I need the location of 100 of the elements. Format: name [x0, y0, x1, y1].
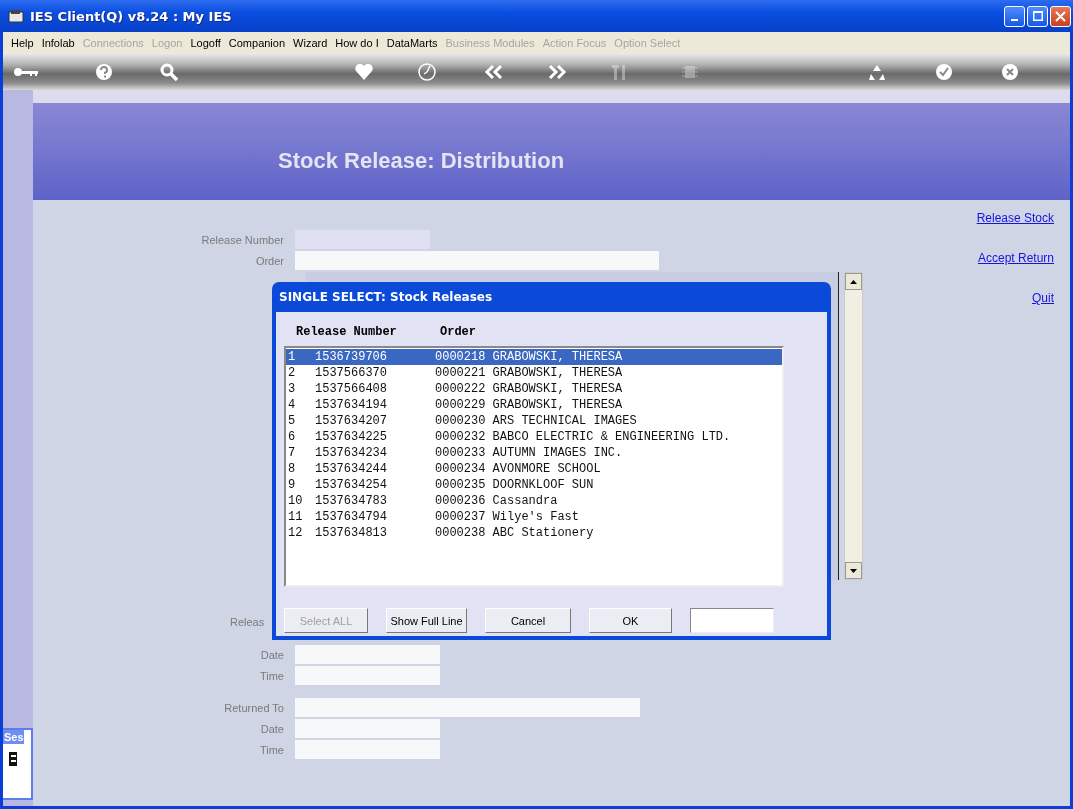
list-row[interactable]: 6 1537634225 0000232 BABCO ELECTRIC & ENGINEERING LTD.	[286, 429, 782, 445]
release-number: 1537634234	[315, 446, 388, 460]
row-number: 9	[287, 478, 297, 492]
input-field[interactable]	[295, 719, 440, 738]
dialog-button[interactable]: Show Full Line	[386, 608, 467, 633]
row-number: 12	[287, 526, 304, 540]
menu-item[interactable]: Wizard	[289, 37, 332, 49]
order-text: 0000233 AUTUMN IMAGES INC.	[435, 446, 623, 460]
row-number: 11	[287, 510, 304, 524]
scrollbar[interactable]	[844, 272, 863, 580]
release-number: 1537634244	[315, 462, 388, 476]
page-title: Stock Release: Distribution	[278, 148, 565, 174]
search-icon[interactable]	[159, 62, 179, 82]
menu-item[interactable]: Help	[7, 37, 38, 49]
release-number: 1536739706	[315, 350, 388, 364]
menu-item[interactable]: Logoff	[186, 37, 225, 49]
close-icon[interactable]	[1000, 62, 1021, 82]
action-link[interactable]: Release Stock	[976, 211, 1054, 225]
row-number: 2	[287, 366, 297, 380]
input-field[interactable]	[295, 645, 440, 664]
row-number: 7	[287, 446, 297, 460]
column-header: Release Number	[296, 325, 398, 339]
list-row[interactable]: 12 1537634813 0000238 ABC Stationery	[286, 525, 782, 541]
clock-icon[interactable]	[417, 62, 437, 82]
check-icon[interactable]	[933, 62, 954, 82]
dialog-button[interactable]: OK	[589, 608, 672, 633]
list-row[interactable]: 8 1537634244 0000234 AVONMORE SCHOOL	[286, 461, 782, 477]
release-number: 1537634794	[315, 510, 388, 524]
close-button[interactable]	[1050, 5, 1071, 27]
row-number: 6	[287, 430, 297, 444]
window-title: IES Client(Q) v8.24 : My IES	[30, 8, 233, 24]
panel-title: Ses	[3, 730, 24, 744]
row-number: 10	[287, 494, 304, 508]
minimize-icon	[1011, 19, 1018, 21]
double-left-icon[interactable]	[483, 62, 504, 82]
release-number: 1537566370	[315, 366, 388, 380]
heart-icon[interactable]	[353, 62, 374, 82]
maximize-button[interactable]	[1027, 5, 1048, 27]
close-icon	[1055, 10, 1066, 22]
list-row[interactable]: 9 1537634254 0000235 DOORNKLOOF SUN	[286, 477, 782, 493]
input-field[interactable]	[295, 666, 440, 685]
row-number: 5	[287, 414, 297, 428]
column-header: Order	[440, 325, 476, 339]
order-text: 0000218 GRABOWSKI, THERESA	[435, 350, 623, 364]
field-label: Releas	[229, 615, 266, 628]
input-field[interactable]	[690, 608, 774, 633]
dialog-title: SINGLE SELECT: Stock Releases	[279, 290, 493, 304]
help-icon[interactable]	[93, 62, 114, 82]
list-row[interactable]: 4 1537634194 0000229 GRABOWSKI, THERESA	[286, 397, 782, 413]
action-link[interactable]: Quit	[1032, 291, 1054, 305]
release-number: 1537634207	[315, 414, 388, 428]
list-row[interactable]: 1 1536739706 0000218 GRABOWSKI, THERESA	[286, 349, 782, 365]
row-number: 4	[287, 398, 297, 412]
order-text: 0000238 ABC Stationery	[435, 526, 594, 540]
list-row[interactable]: 3 1537566408 0000222 GRABOWSKI, THERESA	[286, 381, 782, 397]
order-text: 0000235 DOORNKLOOF SUN	[435, 478, 594, 492]
release-number: 1537634783	[315, 494, 388, 508]
order-text: 0000234 AVONMORE SCHOOL	[435, 462, 601, 476]
action-link[interactable]: Accept Return	[977, 251, 1054, 265]
field-label: Returned To	[223, 701, 285, 714]
list-row[interactable]: 2 1537566370 0000221 GRABOWSKI, THERESA	[286, 365, 782, 381]
list-row[interactable]: 7 1537634234 0000233 AUTUMN IMAGES INC.	[286, 445, 782, 461]
menu-item[interactable]: Companion	[224, 37, 290, 49]
release-number: 1537634254	[315, 478, 388, 492]
menu-item[interactable]: Infolab	[37, 37, 79, 49]
order-text: 0000230 ARS TECHNICAL IMAGES	[435, 414, 637, 428]
scroll-down-icon	[850, 568, 857, 573]
row-number: 3	[287, 382, 297, 396]
field-label: Date	[259, 648, 285, 661]
field-label: Time	[258, 669, 285, 682]
order-text: 0000237 Wilye's Fast	[435, 510, 580, 524]
row-number: 8	[287, 462, 297, 476]
app-icon	[8, 9, 24, 23]
double-right-icon[interactable]	[547, 62, 567, 82]
row-number: 1	[287, 350, 297, 364]
order-text: 0000229 GRABOWSKI, THERESA	[435, 398, 623, 412]
release-number: 1537634813	[315, 526, 388, 540]
list-row[interactable]: 10 1537634783 0000236 Cassandra	[286, 493, 782, 509]
release-number: 1537566408	[315, 382, 388, 396]
minimize-button[interactable]	[1004, 5, 1025, 27]
scroll-up-icon	[850, 279, 857, 284]
list-row[interactable]: 11 1537634794 0000237 Wilye's Fast	[286, 509, 782, 525]
order-text: 0000236 Cassandra	[435, 494, 558, 508]
input-field[interactable]	[295, 251, 659, 270]
order-text: 0000222 GRABOWSKI, THERESA	[435, 382, 623, 396]
order-text: 0000221 GRABOWSKI, THERESA	[435, 366, 623, 380]
menu-item[interactable]: How do I	[331, 37, 383, 49]
order-text: 0000232 BABCO ELECTRIC & ENGINEERING LTD.	[435, 430, 731, 444]
release-number: 1537634194	[315, 398, 388, 412]
field-label: Date	[259, 722, 285, 735]
list-row[interactable]: 5 1537634207 0000230 ARS TECHNICAL IMAGES	[286, 413, 782, 429]
dialog-button[interactable]: Cancel	[485, 608, 571, 633]
input-field[interactable]	[295, 698, 640, 717]
field-label: Order	[254, 254, 285, 267]
input-field[interactable]	[295, 740, 440, 759]
maximize-icon	[1032, 11, 1043, 21]
field-label: Release Number	[200, 233, 285, 246]
menu-item[interactable]: DataMarts	[382, 37, 442, 49]
field-label: Time	[258, 743, 285, 756]
release-number: 1537634225	[315, 430, 388, 444]
